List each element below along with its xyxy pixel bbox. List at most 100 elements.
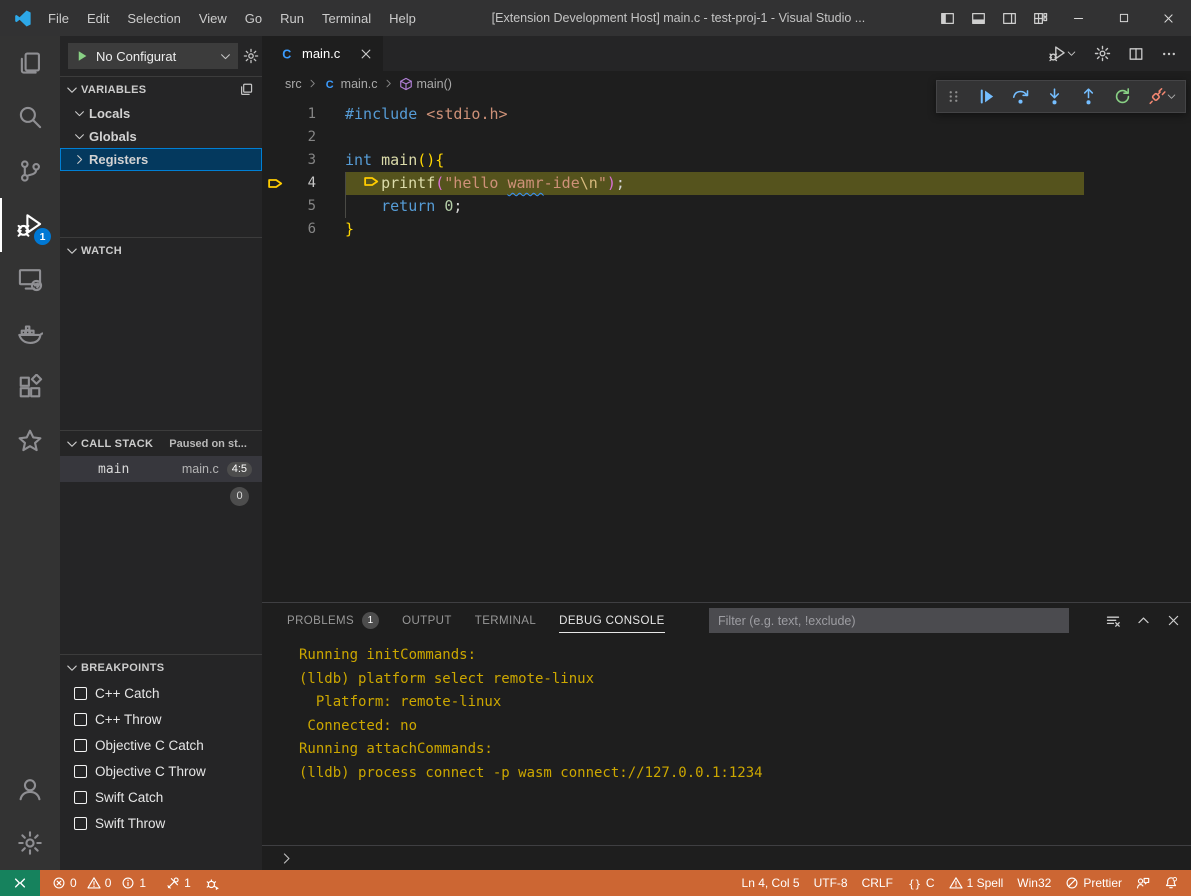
variables-item-globals[interactable]: Globals bbox=[60, 125, 262, 148]
breakpoint-checkbox[interactable] bbox=[74, 739, 87, 752]
variables-section-header[interactable]: VARIABLES bbox=[60, 77, 262, 102]
status-cursor-position[interactable]: Ln 4, Col 5 bbox=[735, 870, 807, 896]
menu-file[interactable]: File bbox=[39, 0, 78, 36]
stack-frame-row[interactable]: main main.c 4:5 bbox=[60, 456, 262, 482]
split-editor-icon[interactable] bbox=[1128, 46, 1144, 62]
debug-disconnect-button[interactable] bbox=[1147, 87, 1177, 106]
status-language-mode[interactable]: {}C bbox=[900, 870, 942, 896]
breakpoint-c-catch[interactable]: C++ Catch bbox=[60, 680, 262, 706]
activity-search[interactable] bbox=[0, 90, 60, 144]
breadcrumb-item-2[interactable]: Cmain.c bbox=[323, 77, 378, 91]
collapse-all-icon[interactable] bbox=[239, 82, 254, 97]
session-row[interactable]: 0 bbox=[60, 482, 262, 510]
breakpoint-swift-catch[interactable]: Swift Catch bbox=[60, 784, 262, 810]
debug-continue-button[interactable] bbox=[977, 87, 996, 106]
status-eol[interactable]: CRLF bbox=[855, 870, 900, 896]
menu-go[interactable]: Go bbox=[236, 0, 271, 36]
close-tab-icon[interactable] bbox=[359, 47, 373, 61]
activity-star[interactable] bbox=[0, 414, 60, 468]
close-panel-icon[interactable] bbox=[1166, 613, 1181, 628]
tools-status[interactable]: 1 bbox=[159, 870, 198, 896]
menu-edit[interactable]: Edit bbox=[78, 0, 118, 36]
breakpoint-objective-c-catch[interactable]: Objective C Catch bbox=[60, 732, 262, 758]
breakpoint-objective-c-throw[interactable]: Objective C Throw bbox=[60, 758, 262, 784]
debug-step-into-button[interactable] bbox=[1045, 87, 1064, 106]
menu-help[interactable]: Help bbox=[380, 0, 425, 36]
remote-indicator[interactable] bbox=[0, 870, 40, 896]
breakpoint-checkbox[interactable] bbox=[74, 791, 87, 804]
run-or-debug-button[interactable] bbox=[1049, 45, 1077, 62]
debug-step-over-button[interactable] bbox=[1011, 87, 1030, 106]
configure-gear-icon[interactable] bbox=[243, 48, 259, 64]
panel-tab-terminal[interactable]: TERMINAL bbox=[475, 603, 536, 638]
breakpoint-gutter[interactable] bbox=[262, 218, 288, 241]
debug-console-input[interactable] bbox=[262, 845, 1191, 870]
breakpoint-gutter[interactable] bbox=[262, 126, 288, 149]
menu-terminal[interactable]: Terminal bbox=[313, 0, 380, 36]
breakpoint-checkbox[interactable] bbox=[74, 765, 87, 778]
status-notifications[interactable] bbox=[1157, 870, 1185, 896]
activity-run-and-debug[interactable]: 1 bbox=[0, 198, 60, 252]
menu-run[interactable]: Run bbox=[271, 0, 313, 36]
call-stack-section-header[interactable]: CALL STACK Paused on st... bbox=[60, 431, 262, 456]
breakpoints-section-header[interactable]: BREAKPOINTS bbox=[60, 655, 262, 680]
breakpoint-gutter[interactable] bbox=[262, 103, 288, 126]
breadcrumb-item-3[interactable]: main() bbox=[399, 77, 452, 91]
panel-tab-output[interactable]: OUTPUT bbox=[402, 603, 452, 638]
debug-step-out-button[interactable] bbox=[1079, 87, 1098, 106]
status-platform[interactable]: Win32 bbox=[1010, 870, 1058, 896]
panel-tab-problems[interactable]: PROBLEMS1 bbox=[287, 603, 379, 638]
code-text[interactable]: printf("hello wamr-ide\n"); bbox=[345, 172, 1084, 195]
breakpoint-swift-throw[interactable]: Swift Throw bbox=[60, 810, 262, 836]
panel-tab-debug-console[interactable]: DEBUG CONSOLE bbox=[559, 603, 665, 638]
status-spell-status[interactable]: 1 Spell bbox=[942, 870, 1011, 896]
activity-account[interactable] bbox=[0, 762, 60, 816]
code-editor[interactable]: 1#include <stdio.h>23int main(){4 printf… bbox=[262, 96, 1191, 602]
breakpoint-gutter[interactable] bbox=[262, 172, 288, 195]
activity-extensions[interactable] bbox=[0, 360, 60, 414]
breadcrumb-item-1[interactable]: src bbox=[285, 77, 302, 91]
toggle-secondary-sidebar-icon[interactable] bbox=[1002, 11, 1017, 26]
more-actions-icon[interactable] bbox=[1161, 46, 1177, 62]
code-text[interactable]: } bbox=[345, 218, 354, 241]
problems-status[interactable]: 001 bbox=[45, 870, 159, 896]
code-text[interactable]: return 0; bbox=[345, 195, 462, 218]
activity-docker[interactable] bbox=[0, 306, 60, 360]
toggle-panel-icon[interactable] bbox=[971, 11, 986, 26]
debug-restart-button[interactable] bbox=[1113, 87, 1132, 106]
variables-item-locals[interactable]: Locals bbox=[60, 102, 262, 125]
breakpoint-gutter[interactable] bbox=[262, 149, 288, 172]
activity-remote-explorer[interactable] bbox=[0, 252, 60, 306]
menu-view[interactable]: View bbox=[190, 0, 236, 36]
breakpoint-checkbox[interactable] bbox=[74, 817, 87, 830]
editor-settings-gear-icon[interactable] bbox=[1094, 45, 1111, 62]
breakpoint-gutter[interactable] bbox=[262, 195, 288, 218]
close-button[interactable] bbox=[1146, 0, 1191, 36]
minimize-button[interactable] bbox=[1056, 0, 1101, 36]
menu-selection[interactable]: Selection bbox=[118, 0, 189, 36]
status-formatter[interactable]: Prettier bbox=[1058, 870, 1129, 896]
console-filter-input[interactable] bbox=[709, 608, 1069, 633]
toggle-sidebar-icon[interactable] bbox=[940, 11, 955, 26]
breakpoint-c-throw[interactable]: C++ Throw bbox=[60, 706, 262, 732]
code-text[interactable]: #include <stdio.h> bbox=[345, 103, 508, 126]
customize-layout-icon[interactable] bbox=[1033, 11, 1048, 26]
status-feedback[interactable] bbox=[1129, 870, 1157, 896]
debug-status[interactable] bbox=[198, 870, 227, 896]
debug-configuration-dropdown[interactable]: No Configurat bbox=[68, 43, 238, 69]
status-encoding[interactable]: UTF-8 bbox=[807, 870, 855, 896]
watch-section-header[interactable]: WATCH bbox=[60, 238, 262, 263]
activity-settings[interactable] bbox=[0, 816, 60, 870]
clear-console-icon[interactable] bbox=[1105, 613, 1121, 629]
variables-item-registers[interactable]: Registers bbox=[60, 148, 262, 171]
breakpoint-checkbox[interactable] bbox=[74, 687, 87, 700]
tab-main-c[interactable]: C main.c bbox=[262, 36, 383, 71]
bell-icon bbox=[1164, 876, 1178, 890]
code-text[interactable]: int main(){ bbox=[345, 149, 444, 172]
breakpoint-checkbox[interactable] bbox=[74, 713, 87, 726]
activity-source-control[interactable] bbox=[0, 144, 60, 198]
maximize-panel-icon[interactable] bbox=[1136, 613, 1151, 628]
console-output-line: Running initCommands: bbox=[299, 644, 1191, 668]
maximize-button[interactable] bbox=[1101, 0, 1146, 36]
activity-explorer[interactable] bbox=[0, 36, 60, 90]
